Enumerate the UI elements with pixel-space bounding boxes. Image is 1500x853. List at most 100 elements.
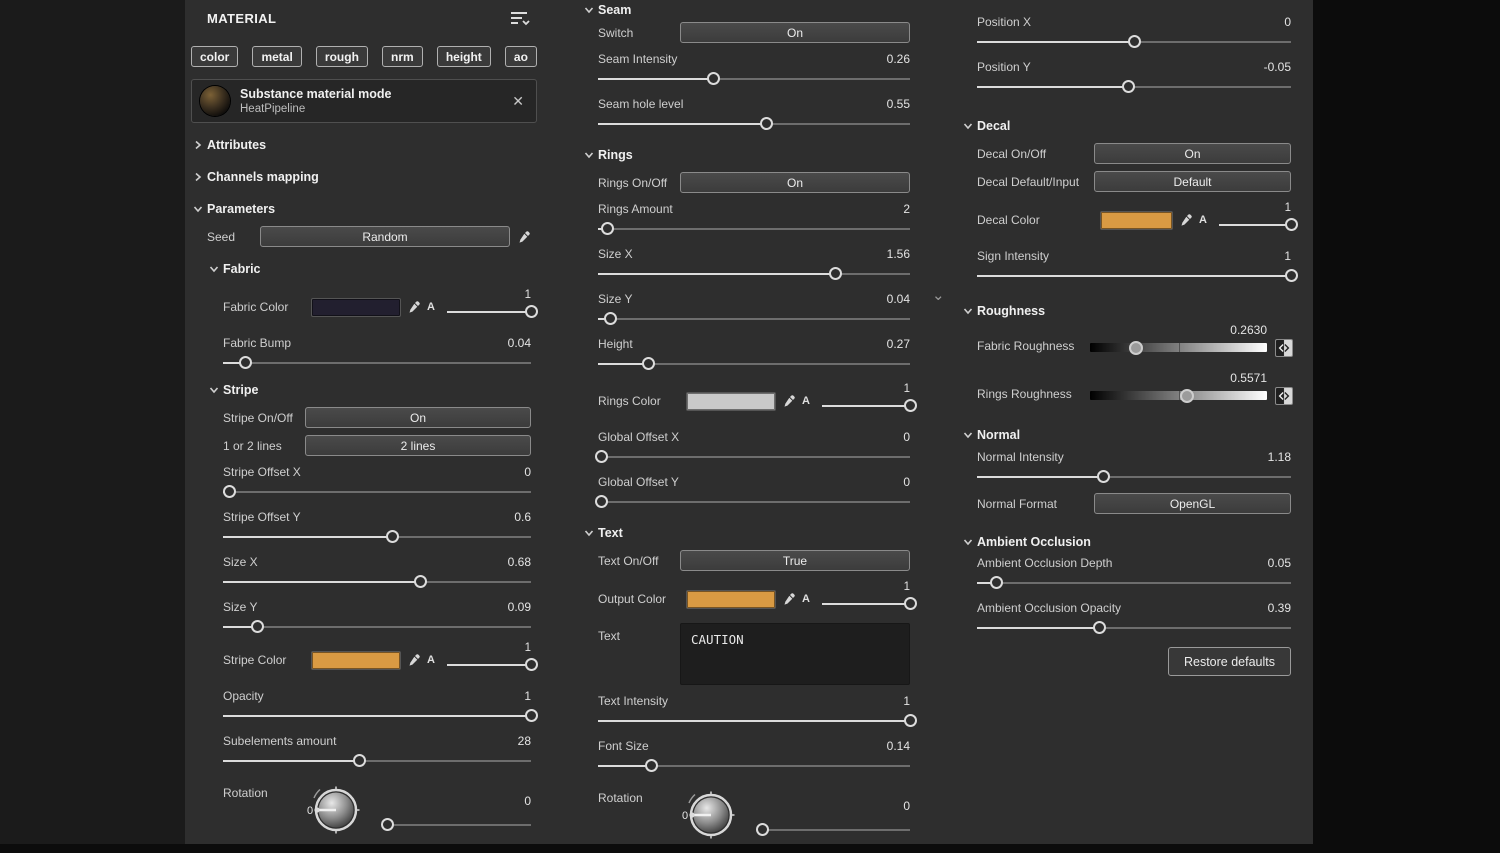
slider-thumb[interactable] bbox=[904, 399, 917, 412]
eyedropper-icon[interactable] bbox=[782, 394, 796, 408]
slider-thumb[interactable] bbox=[760, 117, 774, 130]
slider-track[interactable] bbox=[223, 707, 538, 725]
section-header-parameters[interactable]: Parameters bbox=[193, 199, 537, 219]
slider-thumb[interactable] bbox=[380, 818, 394, 831]
slider-thumb[interactable] bbox=[1128, 35, 1141, 48]
slider-track[interactable] bbox=[821, 595, 917, 613]
section-header-normal[interactable]: Normal bbox=[963, 425, 1297, 445]
toggle-button-normal-format[interactable]: OpenGL bbox=[1094, 493, 1291, 514]
filter-sort-icon[interactable] bbox=[509, 9, 531, 27]
section-header-channels-mapping[interactable]: Channels mapping bbox=[193, 167, 537, 187]
slider-thumb[interactable] bbox=[1129, 340, 1144, 355]
slider-thumb[interactable] bbox=[904, 597, 917, 610]
eyedropper-icon[interactable] bbox=[782, 592, 796, 606]
slider-thumb[interactable] bbox=[829, 267, 843, 280]
section-header-text[interactable]: Text bbox=[584, 523, 916, 543]
slider-track[interactable] bbox=[977, 619, 1291, 637]
slider-thumb[interactable] bbox=[352, 754, 366, 767]
slider-thumb[interactable] bbox=[595, 450, 609, 463]
seed-value-button[interactable]: Random bbox=[260, 226, 510, 247]
section-header-rings[interactable]: Rings bbox=[584, 145, 916, 165]
toggle-button-switch[interactable]: On bbox=[680, 22, 910, 43]
slider-thumb[interactable] bbox=[525, 305, 538, 318]
slider-thumb[interactable] bbox=[641, 357, 655, 370]
slider-thumb[interactable] bbox=[601, 222, 615, 235]
slider-track[interactable] bbox=[595, 448, 910, 466]
section-header-roughness[interactable]: Roughness bbox=[963, 301, 1297, 321]
remap-icon[interactable] bbox=[1275, 387, 1293, 405]
section-header-fabric[interactable]: Fabric bbox=[209, 259, 537, 279]
slider-track[interactable] bbox=[977, 468, 1291, 486]
color-swatch-rings-color[interactable] bbox=[686, 391, 776, 411]
slider-track[interactable] bbox=[598, 220, 910, 238]
toggle-button-text-on-off[interactable]: True bbox=[680, 550, 910, 571]
toggle-button-decal-on-off[interactable]: On bbox=[1094, 143, 1291, 164]
slider-thumb[interactable] bbox=[1285, 218, 1298, 231]
color-swatch-stripe-color[interactable] bbox=[311, 650, 401, 670]
slider-track[interactable] bbox=[223, 573, 531, 591]
slider-track[interactable] bbox=[598, 70, 910, 88]
slider-thumb[interactable] bbox=[525, 709, 538, 722]
channel-chip-ao[interactable]: ao bbox=[504, 46, 537, 67]
toggle-button-1-or-2-lines[interactable]: 2 lines bbox=[305, 435, 531, 456]
material-card[interactable]: Substance material mode HeatPipeline ✕ bbox=[191, 79, 537, 123]
slider-thumb[interactable] bbox=[904, 714, 917, 727]
channel-chip-color[interactable]: color bbox=[191, 46, 239, 67]
rotation-dial[interactable]: 0 bbox=[681, 785, 739, 848]
slider-track[interactable] bbox=[598, 757, 910, 775]
toggle-button-decal-default-input[interactable]: Default bbox=[1094, 171, 1291, 192]
slider-thumb[interactable] bbox=[604, 312, 618, 325]
section-header-attributes[interactable]: Attributes bbox=[193, 135, 537, 155]
toggle-button-rings-on-off[interactable]: On bbox=[680, 172, 910, 193]
slider-track[interactable] bbox=[223, 618, 531, 636]
slider-track[interactable] bbox=[1218, 216, 1298, 234]
slider-track[interactable] bbox=[821, 397, 917, 415]
rotation-dial[interactable]: 0 bbox=[306, 780, 364, 843]
slider-thumb[interactable] bbox=[595, 495, 609, 508]
color-swatch-output-color[interactable] bbox=[686, 589, 776, 609]
slider-thumb[interactable] bbox=[525, 658, 538, 671]
slider-track[interactable] bbox=[223, 483, 531, 501]
channel-chip-metal[interactable]: metal bbox=[252, 46, 302, 67]
close-icon[interactable]: ✕ bbox=[512, 93, 524, 110]
slider-thumb[interactable] bbox=[238, 356, 252, 369]
section-header-stripe[interactable]: Stripe bbox=[209, 380, 537, 400]
pencil-icon[interactable] bbox=[517, 230, 531, 244]
slider-track[interactable] bbox=[598, 265, 910, 283]
slider-track[interactable] bbox=[446, 303, 538, 321]
eyedropper-icon[interactable] bbox=[407, 653, 421, 667]
text-input[interactable]: CAUTION bbox=[680, 623, 910, 685]
eyedropper-icon[interactable] bbox=[407, 300, 421, 314]
slider-thumb[interactable] bbox=[756, 823, 770, 836]
slider-thumb[interactable] bbox=[223, 485, 237, 498]
section-header-decal[interactable]: Decal bbox=[963, 116, 1297, 136]
slider-thumb[interactable] bbox=[386, 530, 400, 543]
slider-thumb[interactable] bbox=[250, 620, 264, 633]
toggle-button-stripe-on-off[interactable]: On bbox=[305, 407, 531, 428]
slider-track[interactable] bbox=[223, 528, 531, 546]
slider-track[interactable] bbox=[446, 656, 538, 674]
color-swatch-decal-color[interactable] bbox=[1100, 210, 1173, 230]
slider-thumb[interactable] bbox=[1096, 470, 1110, 483]
slider-track[interactable] bbox=[598, 355, 910, 373]
remap-icon[interactable] bbox=[1275, 339, 1293, 357]
slider-track[interactable] bbox=[977, 33, 1291, 51]
slider-track[interactable] bbox=[598, 115, 910, 133]
channel-chip-height[interactable]: height bbox=[436, 46, 491, 67]
section-header-ambient-occlusion[interactable]: Ambient Occlusion bbox=[963, 532, 1297, 552]
slider-track[interactable] bbox=[598, 310, 910, 328]
gradient-slider-track[interactable] bbox=[1090, 388, 1267, 403]
color-swatch-fabric-color[interactable] bbox=[311, 297, 401, 317]
slider-track[interactable] bbox=[756, 821, 910, 839]
channel-chip-rough[interactable]: rough bbox=[315, 46, 368, 67]
slider-track[interactable] bbox=[223, 354, 531, 372]
slider-thumb[interactable] bbox=[414, 575, 428, 588]
slider-track[interactable] bbox=[977, 78, 1291, 96]
gradient-slider-track[interactable] bbox=[1090, 340, 1267, 355]
slider-track[interactable] bbox=[977, 267, 1298, 285]
restore-defaults-button[interactable]: Restore defaults bbox=[1167, 647, 1291, 676]
slider-track[interactable] bbox=[380, 816, 531, 834]
slider-track[interactable] bbox=[223, 752, 531, 770]
section-header-seam[interactable]: Seam bbox=[584, 0, 916, 20]
slider-thumb[interactable] bbox=[707, 72, 721, 85]
